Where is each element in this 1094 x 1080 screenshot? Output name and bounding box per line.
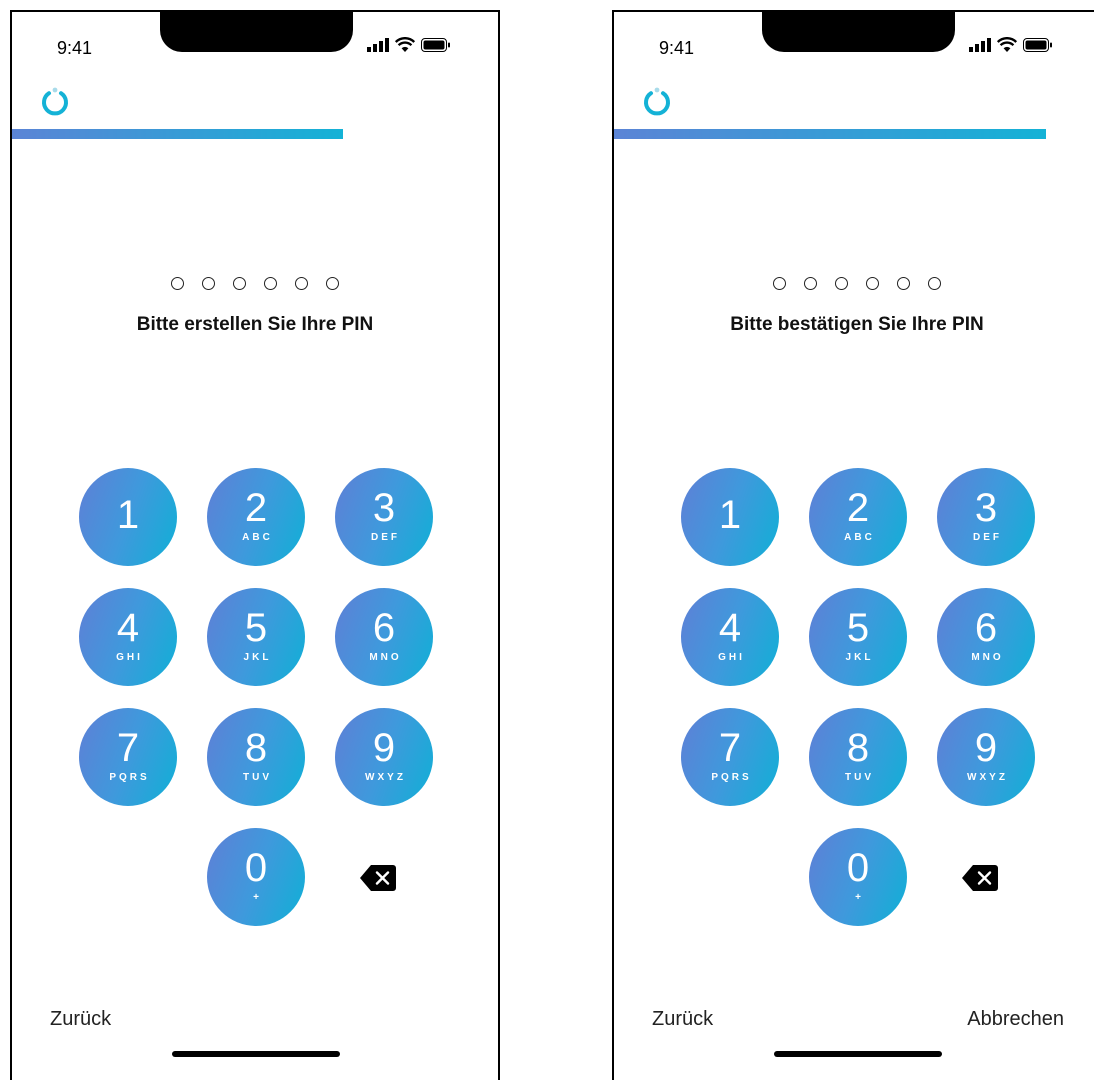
battery-icon (421, 37, 450, 52)
keypad-key-6[interactable]: 6 MNO (937, 588, 1035, 686)
keypad-key-7[interactable]: 7 PQRS (681, 708, 779, 806)
keypad-key-1[interactable]: 1 (79, 468, 177, 566)
pin-dot (928, 277, 941, 290)
back-button[interactable]: Zurück (50, 1008, 111, 1031)
key-digit: 2 (846, 486, 870, 530)
pin-indicator (12, 277, 498, 290)
key-letters: DEF (371, 532, 400, 543)
key-digit: 5 (244, 606, 268, 650)
key-letters: JKL (243, 652, 272, 663)
pin-dot (773, 277, 786, 290)
keypad-key-5[interactable]: 5 JKL (207, 588, 305, 686)
keypad-key-5[interactable]: 5 JKL (809, 588, 907, 686)
battery-icon (1023, 37, 1052, 52)
key-letters: PQRS (711, 772, 752, 783)
progress-bar (12, 129, 343, 139)
keypad-key-8[interactable]: 8 TUV (809, 708, 907, 806)
status-time: 9:41 (57, 38, 93, 58)
keypad-key-9[interactable]: 9 WXYZ (335, 708, 433, 806)
keypad-key-2[interactable]: 2 ABC (207, 468, 305, 566)
key-digit: 1 (116, 493, 140, 537)
pin-dot (866, 277, 879, 290)
device-notch (762, 12, 955, 52)
keypad-key-1[interactable]: 1 (681, 468, 779, 566)
keypad-key-3[interactable]: 3 DEF (937, 468, 1035, 566)
backspace-icon[interactable] (961, 863, 999, 893)
key-letters: MNO (369, 652, 402, 663)
key-digit: 7 (116, 726, 140, 770)
pin-indicator (614, 277, 1094, 290)
key-digit: 9 (372, 726, 396, 770)
home-indicator (774, 1051, 942, 1057)
pin-prompt: Bitte erstellen Sie Ihre PIN (136, 314, 374, 335)
key-digit: 8 (244, 726, 268, 770)
pin-dot (326, 277, 339, 290)
keypad-key-9[interactable]: 9 WXYZ (937, 708, 1035, 806)
phone-screen-confirm-pin: 9:41 Bitte bestätigen Sie Ihre PIN 1 2 AB… (612, 10, 1094, 1080)
status-icons (367, 37, 451, 52)
wifi-icon (395, 37, 415, 52)
pin-dot (264, 277, 277, 290)
pin-dot (804, 277, 817, 290)
key-letters: MNO (971, 652, 1004, 663)
keypad-key-0[interactable]: 0 + (207, 828, 305, 926)
key-digit: 0 (244, 846, 268, 890)
key-letters: WXYZ (967, 772, 1008, 783)
key-digit: 4 (718, 606, 742, 650)
keypad-key-0[interactable]: 0 + (809, 828, 907, 926)
key-digit: 7 (718, 726, 742, 770)
keypad-key-3[interactable]: 3 DEF (335, 468, 433, 566)
power-ring-logo (644, 87, 670, 116)
key-letters: PQRS (109, 772, 150, 783)
key-letters: WXYZ (365, 772, 406, 783)
keypad-key-4[interactable]: 4 GHI (681, 588, 779, 686)
key-digit: 0 (846, 846, 870, 890)
status-icons (969, 37, 1053, 52)
key-letters: GHI (718, 652, 745, 663)
pin-dot (171, 277, 184, 290)
key-digit: 9 (974, 726, 998, 770)
keypad-key-8[interactable]: 8 TUV (207, 708, 305, 806)
key-letters: JKL (845, 652, 874, 663)
cellular-signal-icon (969, 37, 991, 52)
key-digit: 4 (116, 606, 140, 650)
key-letters: TUV (243, 772, 272, 783)
pin-dot (233, 277, 246, 290)
cellular-signal-icon (367, 37, 389, 52)
key-letters: + (855, 892, 864, 903)
power-ring-logo (42, 87, 68, 116)
pin-dot (202, 277, 215, 290)
phone-screen-create-pin: 9:41 Bitte erstellen Sie Ihre PIN 1 2 ABC… (10, 10, 500, 1080)
key-digit: 1 (718, 493, 742, 537)
keypad-key-2[interactable]: 2 ABC (809, 468, 907, 566)
key-digit: 6 (974, 606, 998, 650)
key-digit: 3 (974, 486, 998, 530)
home-indicator (172, 1051, 340, 1057)
keypad-key-4[interactable]: 4 GHI (79, 588, 177, 686)
pin-dot (897, 277, 910, 290)
key-letters: ABC (844, 532, 875, 543)
key-letters: TUV (845, 772, 874, 783)
key-letters: ABC (242, 532, 273, 543)
device-notch (160, 12, 353, 52)
pin-dot (835, 277, 848, 290)
key-letters: DEF (973, 532, 1002, 543)
key-digit: 3 (372, 486, 396, 530)
backspace-icon[interactable] (359, 863, 397, 893)
key-digit: 8 (846, 726, 870, 770)
pin-dot (295, 277, 308, 290)
status-time: 9:41 (659, 38, 695, 58)
keypad-key-6[interactable]: 6 MNO (335, 588, 433, 686)
keypad-key-7[interactable]: 7 PQRS (79, 708, 177, 806)
cancel-button[interactable]: Abbrechen (967, 1008, 1064, 1031)
key-digit: 5 (846, 606, 870, 650)
wifi-icon (997, 37, 1017, 52)
key-digit: 6 (372, 606, 396, 650)
progress-bar (614, 129, 1046, 139)
back-button[interactable]: Zurück (652, 1008, 713, 1031)
key-letters: + (253, 892, 262, 903)
key-digit: 2 (244, 486, 268, 530)
key-letters: GHI (116, 652, 143, 663)
pin-prompt: Bitte bestätigen Sie Ihre PIN (730, 314, 984, 335)
